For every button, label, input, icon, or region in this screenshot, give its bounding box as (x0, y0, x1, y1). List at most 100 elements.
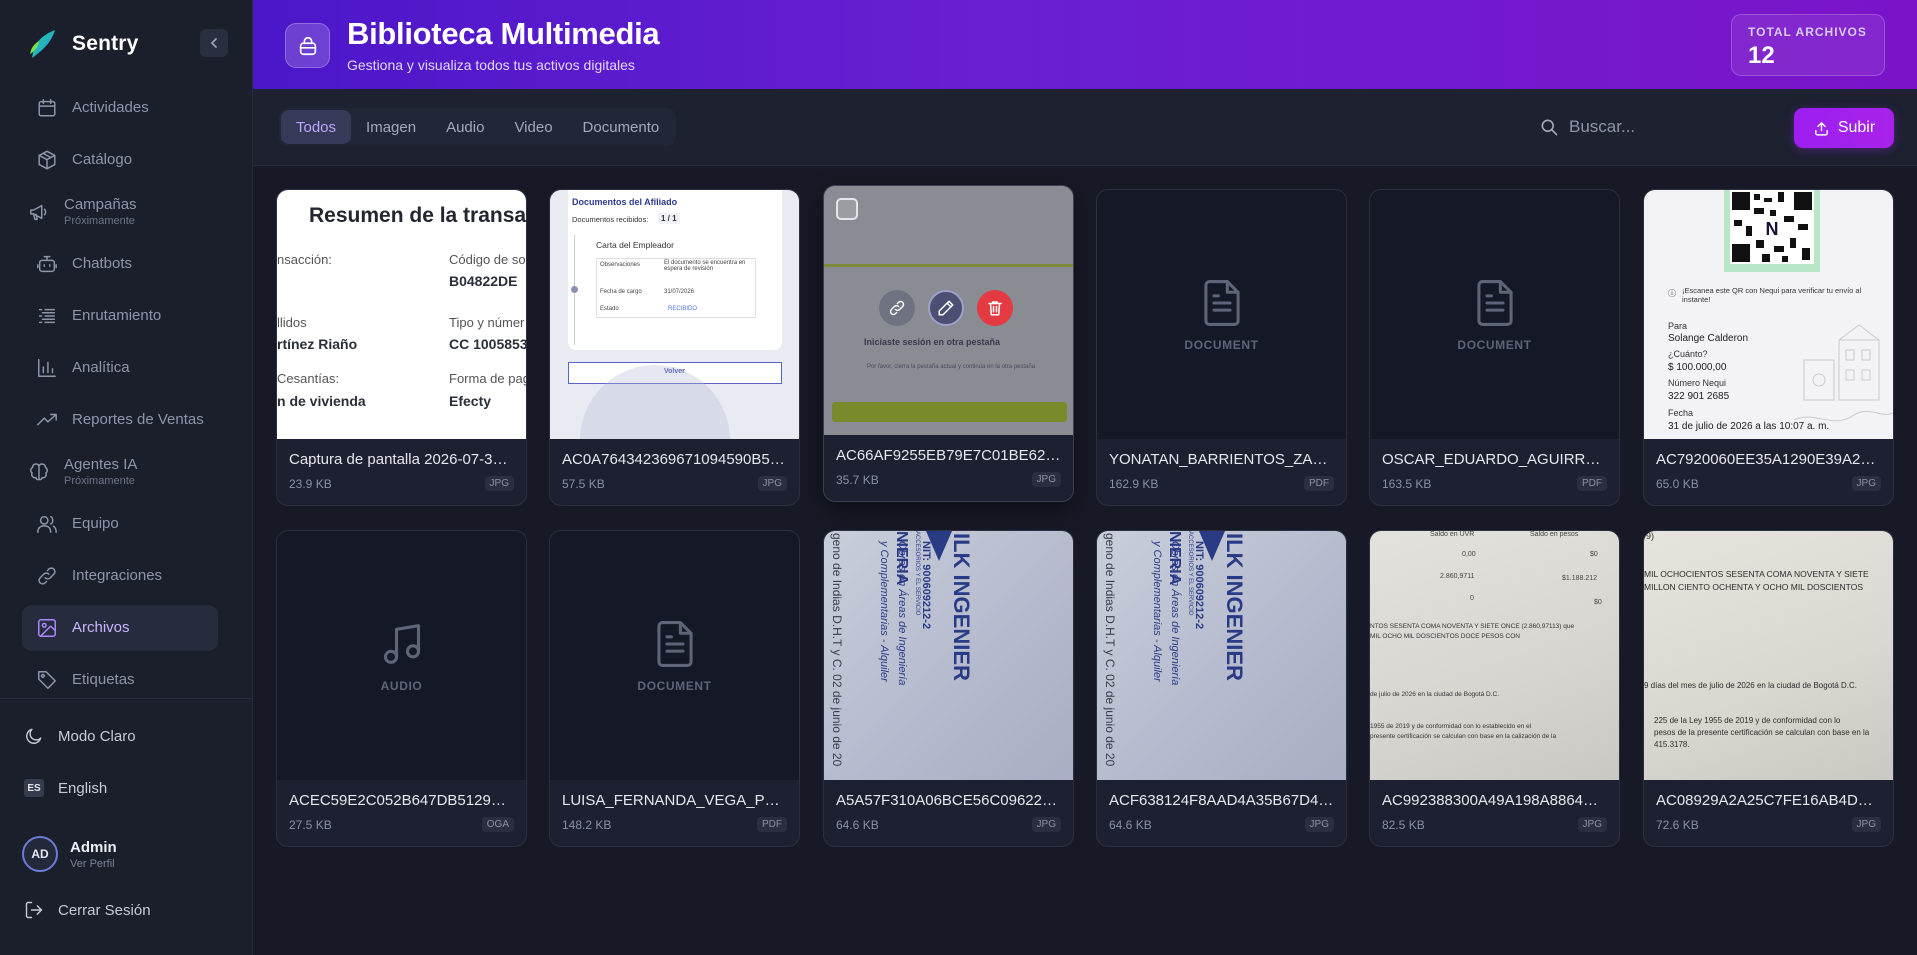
brand-name: Sentry (72, 32, 139, 55)
thumb-text: El documento se encuentra en espera de r… (664, 260, 746, 272)
brand[interactable]: Sentry (28, 26, 139, 62)
card-actions (879, 290, 1013, 326)
file-card[interactable]: N ⓘ ¡Escanea este QR con Nequi para veri… (1643, 189, 1894, 506)
file-name: AC66AF9255EB79E7C01BE622… (836, 447, 1061, 464)
file-size: 65.0 KB (1656, 476, 1699, 491)
thumb-text: Documentos recibidos: (572, 215, 649, 224)
file-type-badge: JPG (757, 476, 787, 491)
sidebar-item-chatbots[interactable]: Chatbots (22, 241, 218, 287)
sidebar-item-etiquetas[interactable]: Etiquetas (22, 657, 218, 697)
thumb-text: Fecha de cargo (600, 289, 642, 295)
trending-up-icon (36, 409, 58, 431)
file-card[interactable]: DOCUMENT OSCAR_EDUARDO_AGUIRRE_… 163.5 K… (1369, 189, 1620, 506)
file-name: AC7920060EE35A1290E39A2B… (1656, 451, 1881, 468)
file-text-icon (1476, 279, 1513, 326)
upload-icon (1814, 121, 1828, 136)
tab-audio[interactable]: Audio (431, 110, 499, 144)
file-size: 162.9 KB (1109, 476, 1159, 491)
file-card[interactable]: DOCUMENT YONATAN_BARRIENTOS_ZAPA… 162.9 … (1096, 189, 1347, 506)
logout-button[interactable]: Cerrar Sesión (24, 900, 151, 920)
file-type-badge: JPG (484, 476, 514, 491)
thumb-text: 9) (1646, 531, 1655, 541)
sidebar: Sentry Actividades Catálogo Campañas Próx… (0, 0, 253, 955)
thumb-text: Cesantías: (277, 371, 340, 386)
thumb-text: presente certificación se calculan con b… (1370, 733, 1557, 740)
file-size: 57.5 KB (562, 476, 605, 491)
thumb-text: $ 100.000,00 (1668, 362, 1727, 373)
sidebar-item-archivos[interactable]: Archivos (22, 605, 218, 651)
tab-documento[interactable]: Documento (568, 110, 675, 144)
sentry-logo-icon (30, 30, 55, 58)
file-name: AC992388300A49A198A8864E… (1382, 792, 1607, 809)
thumb-illustration (1794, 324, 1893, 422)
file-card[interactable]: AUDIO ACEC59E2C052B647DB51292E… 27.5 KB O… (276, 530, 527, 847)
file-type-badge: PDF (757, 817, 787, 832)
file-card[interactable]: 9) MIL OCHOCIENTOS SESENTA COMA NOVENTA … (1643, 530, 1894, 847)
sidebar-item-integraciones[interactable]: Integraciones (22, 553, 218, 599)
sidebar-item-agentes-ia[interactable]: Agentes IA Próximamente (22, 449, 218, 495)
file-card[interactable]: geno de Indias D.H.T y C. 02 de junio de… (1096, 530, 1347, 847)
search-input[interactable] (1569, 117, 1729, 137)
moon-icon (26, 728, 42, 744)
theme-toggle-label: Modo Claro (58, 727, 136, 745)
page-title: Biblioteca Multimedia (347, 16, 660, 51)
file-name: AC0A764342369671094590B5… (562, 451, 785, 468)
delete-button[interactable] (977, 290, 1013, 326)
file-type-label: DOCUMENT (637, 678, 712, 693)
bar-chart-icon (36, 357, 58, 379)
qr-code-icon: N (1724, 190, 1820, 272)
file-card[interactable]: Iniciaste sesión en otra pestaña Por fav… (823, 185, 1074, 502)
sidebar-item-label: Analítica (72, 359, 130, 377)
theme-toggle[interactable]: Modo Claro (24, 726, 136, 746)
file-card[interactable]: Resumen de la transacc nsacción: llidos … (276, 189, 527, 506)
file-name: ACF638124F8AAD4A35B67D48… (1109, 792, 1334, 809)
file-meta: AC08929A2A25C7FE16AB4D0F… 72.6 KB JPG (1644, 780, 1893, 846)
file-size: 35.7 KB (836, 472, 879, 487)
sidebar-item-equipo[interactable]: Equipo (22, 501, 218, 547)
select-checkbox[interactable] (836, 198, 858, 220)
user-profile[interactable]: AD Admin Ver Perfil (22, 836, 117, 872)
thumb-text: 322 901 2685 (1668, 391, 1730, 402)
view-profile-link[interactable]: Ver Perfil (70, 858, 117, 870)
file-card[interactable]: Documentos del Afiliado Documentos recib… (549, 189, 800, 506)
thumb-text: n de vivienda (277, 393, 366, 409)
edit-button[interactable] (928, 290, 964, 326)
sidebar-item-actividades[interactable]: Actividades (22, 85, 218, 131)
file-size: 148.2 KB (562, 817, 612, 832)
sidebar-item-reportes-ventas[interactable]: Reportes de Ventas (22, 397, 218, 443)
thumb-text: $0 (1590, 551, 1598, 558)
sidebar-item-enrutamiento[interactable]: Enrutamiento (22, 293, 218, 339)
user-name: Admin (70, 838, 117, 856)
music-note-icon (383, 623, 420, 664)
copy-link-button[interactable] (879, 290, 915, 326)
collapse-sidebar-button[interactable] (200, 29, 228, 57)
sidebar-item-label: Reportes de Ventas (72, 411, 204, 429)
file-size: 64.6 KB (836, 817, 879, 832)
sidebar-item-catalogo[interactable]: Catálogo (22, 137, 218, 183)
box-icon (36, 149, 58, 171)
file-name: ACEC59E2C052B647DB51292E… (289, 792, 514, 809)
sidebar-item-campanas[interactable]: Campañas Próximamente (22, 189, 218, 235)
sidebar-item-analitica[interactable]: Analítica (22, 345, 218, 391)
language-switch[interactable]: ES English (24, 779, 107, 797)
calendar-icon (36, 97, 58, 119)
tab-imagen[interactable]: Imagen (351, 110, 431, 144)
logout-label: Cerrar Sesión (58, 901, 151, 919)
file-card[interactable]: Saldo en UVR Saldo en pesos 0,00 $0 2.86… (1369, 530, 1620, 847)
thumb-text: Forma de pag (449, 371, 526, 386)
file-name: Captura de pantalla 2026-07-3… (289, 451, 508, 468)
thumb-text: 415.3178. (1654, 740, 1690, 749)
file-size: 72.6 KB (1656, 817, 1699, 832)
tab-todos[interactable]: Todos (281, 110, 352, 144)
file-card[interactable]: DOCUMENT LUISA_FERNANDA_VEGA_POR… 148.2 … (549, 530, 800, 847)
file-meta: AC992388300A49A198A8864E… 82.5 KB JPG (1370, 780, 1619, 846)
tab-video[interactable]: Video (499, 110, 567, 144)
image-icon (36, 617, 58, 639)
thumb-text: MIL OCHOCIENTOS SESENTA COMA NOVENTA Y S… (1644, 569, 1869, 579)
link-icon (36, 565, 58, 587)
thumb-text: MILLON CIENTO OCHENTA Y OCHO MIL DOSCIEN… (1644, 582, 1863, 592)
file-meta: AC7920060EE35A1290E39A2B… 65.0 KB JPG (1644, 439, 1893, 505)
thumb-text: ¡Escanea este QR con Nequi para verifica… (1682, 286, 1862, 304)
file-card[interactable]: geno de Indias D.H.T y C. 02 de junio de… (823, 530, 1074, 847)
upload-button[interactable]: Subir (1794, 108, 1894, 148)
